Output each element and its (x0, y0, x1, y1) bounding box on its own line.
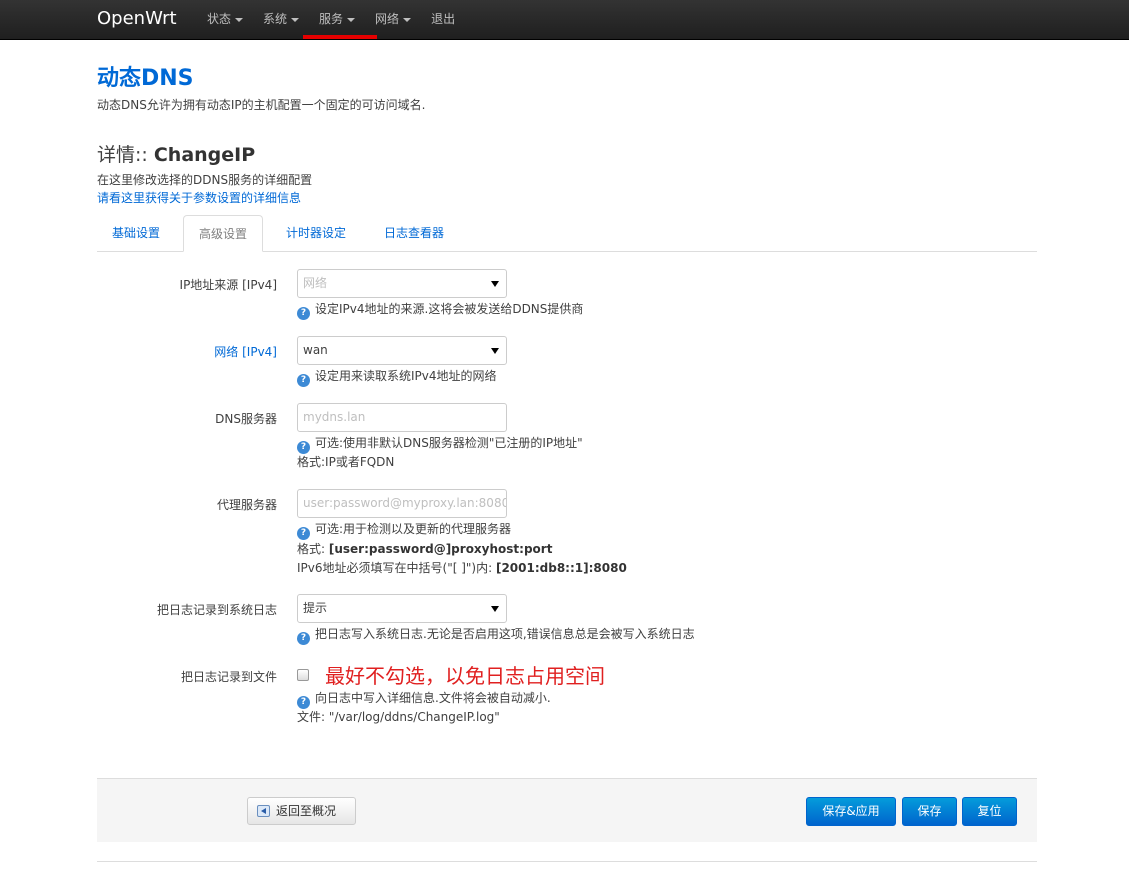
chevron-down-icon (235, 17, 244, 22)
dropdown-arrow-icon (491, 281, 499, 287)
proxy-format: 格式: [user:password@]proxyhost:port (297, 540, 552, 557)
menu-status-label: 状态 (207, 12, 232, 26)
ip-source-help: ? 设定IPv4地址的来源.这将会被发送给DDNS提供商 (297, 300, 583, 320)
save-button[interactable]: 保存 (902, 797, 957, 826)
ip-source-help-text: 设定IPv4地址的来源.这将会被发送给DDNS提供商 (315, 302, 584, 316)
tab-basic[interactable]: 基础设置 (97, 215, 175, 252)
detail-description: 在这里修改选择的DDNS服务的详细配置 (97, 173, 313, 187)
dns-server-format: 格式:IP或者FQDN (297, 455, 395, 469)
menu-system[interactable]: 系统 (263, 0, 300, 40)
syslog-help-text: 把日志写入系统日志.无论是否启用这项,错误信息总是会被写入系统日志 (315, 627, 695, 641)
top-navbar: OpenWrt 状态 系统 服务 网络 退出 (0, 0, 1129, 40)
help-icon: ? (297, 527, 310, 540)
logfile-help-text: 向日志中写入详细信息.文件将会被自动减小. (315, 691, 551, 705)
proxy-label: 代理服务器 (216, 498, 277, 512)
proxy-help-text: 可选:用于检测以及更新的代理服务器 (315, 522, 512, 536)
logfile-help: ? 向日志中写入详细信息.文件将会被自动减小. (297, 689, 551, 709)
ip-source-label: IP地址来源 [IPv4] (179, 278, 277, 292)
network-value: wan (303, 343, 328, 357)
back-button-label: 返回至概况 (276, 804, 337, 818)
help-icon: ? (297, 374, 310, 387)
network-help-text: 设定用来读取系统IPv4地址的网络 (315, 369, 497, 383)
menu-system-label: 系统 (263, 12, 288, 26)
action-bar: 返回至概况 保存&应用 保存 复位 (97, 778, 1037, 842)
detail-title-name: ChangeIP (153, 144, 256, 166)
dns-server-help-text: 可选:使用非默认DNS服务器检测"已注册的IP地址" (315, 436, 583, 450)
syslog-label: 把日志记录到系统日志 (156, 603, 277, 617)
help-icon: ? (297, 307, 310, 320)
main-menu: 状态 系统 服务 网络 退出 (207, 0, 475, 40)
ip-source-select[interactable]: 网络 (297, 269, 507, 298)
brand-logo[interactable]: OpenWrt (97, 8, 177, 29)
proxy-input[interactable]: user:password@myproxy.lan:8080 (297, 489, 507, 518)
menu-status[interactable]: 状态 (207, 0, 244, 40)
back-arrow-icon (257, 805, 270, 817)
save-apply-button[interactable]: 保存&应用 (806, 797, 896, 826)
menu-network[interactable]: 网络 (375, 0, 412, 40)
dns-server-label: DNS服务器 (215, 412, 277, 426)
dns-server-help: ? 可选:使用非默认DNS服务器检测"已注册的IP地址" (297, 434, 583, 454)
ip-source-value: 网络 (303, 276, 328, 290)
dropdown-arrow-icon (491, 348, 499, 354)
tab-log-viewer[interactable]: 日志查看器 (369, 215, 459, 252)
tab-timer[interactable]: 计时器设定 (271, 215, 361, 252)
back-to-overview-button[interactable]: 返回至概况 (247, 797, 356, 825)
menu-network-label: 网络 (375, 12, 400, 26)
syslog-select[interactable]: 提示 (297, 594, 507, 623)
footer-divider (97, 861, 1037, 862)
annotation-note: 最好不勾选，以免日志占用空间 (325, 664, 605, 688)
detail-title-prefix: 详情:: (97, 144, 154, 166)
menu-logout-label: 退出 (431, 12, 456, 26)
menu-logout[interactable]: 退出 (431, 0, 455, 40)
proxy-format-prefix: 格式: (297, 542, 329, 556)
tab-bar: 基础设置 高级设置 计时器设定 日志查看器 (97, 215, 1037, 252)
tab-advanced[interactable]: 高级设置 (183, 215, 264, 252)
page-title: 动态DNS (97, 66, 194, 91)
syslog-value: 提示 (303, 601, 328, 615)
detail-title: 详情:: ChangeIP (97, 140, 255, 167)
proxy-help: ? 可选:用于检测以及更新的代理服务器 (297, 520, 511, 540)
page-description: 动态DNS允许为拥有动态IP的主机配置一个固定的可访问域名. (97, 98, 426, 112)
logfile-path: 文件: "/var/log/ddns/ChangeIP.log" (297, 710, 500, 724)
proxy-format-value: [user:password@]proxyhost:port (328, 542, 553, 556)
network-select[interactable]: wan (297, 336, 507, 365)
syslog-help: ? 把日志写入系统日志.无论是否启用这项,错误信息总是会被写入系统日志 (297, 625, 695, 645)
dns-server-input[interactable]: mydns.lan (297, 403, 507, 432)
dropdown-arrow-icon (491, 606, 499, 612)
chevron-down-icon (347, 17, 356, 22)
help-icon: ? (297, 632, 310, 645)
chevron-down-icon (403, 17, 412, 22)
network-label: 网络 [IPv4] (214, 345, 277, 359)
chevron-down-icon (291, 17, 300, 22)
logfile-checkbox[interactable] (297, 669, 309, 681)
help-link[interactable]: 请看这里获得关于参数设置的详细信息 (97, 189, 301, 206)
proxy-ipv6-note: IPv6地址必须填写在中括号("[ ]")内: [2001:db8::1]:80… (297, 559, 627, 576)
menu-services-label: 服务 (319, 12, 344, 26)
network-help: ? 设定用来读取系统IPv4地址的网络 (297, 367, 497, 387)
proxy-ipv6-value: [2001:db8::1]:8080 (495, 561, 627, 575)
menu-services[interactable]: 服务 (303, 0, 378, 40)
reset-button[interactable]: 复位 (962, 797, 1017, 826)
logfile-label: 把日志记录到文件 (180, 670, 277, 684)
proxy-ipv6-prefix: IPv6地址必须填写在中括号("[ ]")内: (297, 561, 496, 575)
